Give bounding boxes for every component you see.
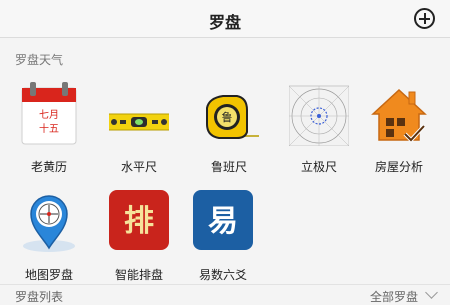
tool-label: 水平尺: [120, 160, 157, 174]
house-check-icon: [371, 88, 427, 143]
top-bar: 罗盘: [0, 0, 450, 38]
spirit-level-icon: [109, 113, 169, 131]
add-button[interactable]: [414, 8, 435, 29]
tool-grid: 七月 十五 老黄历 水平尺 鲁 鲁班尺 立极尺 房屋分析 地图罗盘 排 智能排盘…: [0, 73, 450, 285]
calendar-icon: 七月 十五: [21, 82, 77, 145]
tool-tile-yishu-liuyao[interactable]: 易 易数六爻: [178, 181, 268, 285]
pai-glyph: 排: [124, 204, 154, 239]
tool-label: 地图罗盘: [24, 268, 73, 282]
section-label: 罗盘天气: [15, 53, 64, 67]
calendar-day-text: 十五: [39, 122, 59, 135]
tool-tile-liji-ruler[interactable]: 立极尺: [274, 73, 364, 177]
tape-glyph: 鲁: [222, 110, 233, 124]
map-compass-pin-icon: [23, 195, 75, 252]
tool-tile-smart-chart[interactable]: 排 智能排盘: [94, 181, 184, 285]
tool-tile-map-compass[interactable]: 地图罗盘: [4, 181, 94, 285]
compass-list-bar[interactable]: 罗盘列表 全部罗盘: [0, 284, 450, 304]
tool-label: 易数六爻: [198, 268, 247, 282]
calendar-month-text: 七月: [39, 109, 59, 121]
yi-icon: 易: [193, 190, 253, 250]
page-title: 罗盘: [208, 13, 241, 32]
compass-list-label: 罗盘列表: [15, 290, 64, 304]
tool-label: 立极尺: [300, 160, 337, 174]
tool-tile-almanac[interactable]: 七月 十五 老黄历: [4, 73, 94, 177]
pai-icon: 排: [109, 190, 169, 250]
tool-label: 智能排盘: [114, 268, 163, 282]
tool-label: 鲁班尺: [210, 160, 247, 174]
compass-grid-icon: [289, 85, 349, 146]
tape-measure-icon: 鲁: [206, 95, 259, 139]
tool-tile-luban-ruler[interactable]: 鲁 鲁班尺: [184, 73, 274, 177]
chevron-down-icon[interactable]: [425, 286, 438, 299]
tool-label: 老黄历: [30, 160, 67, 174]
tool-label: 房屋分析: [374, 160, 423, 174]
tool-tile-level[interactable]: 水平尺: [94, 73, 184, 177]
all-compasses-link[interactable]: 全部罗盘: [370, 288, 418, 305]
tool-tile-house-analysis[interactable]: 房屋分析: [354, 73, 444, 177]
yi-glyph: 易: [208, 204, 238, 239]
